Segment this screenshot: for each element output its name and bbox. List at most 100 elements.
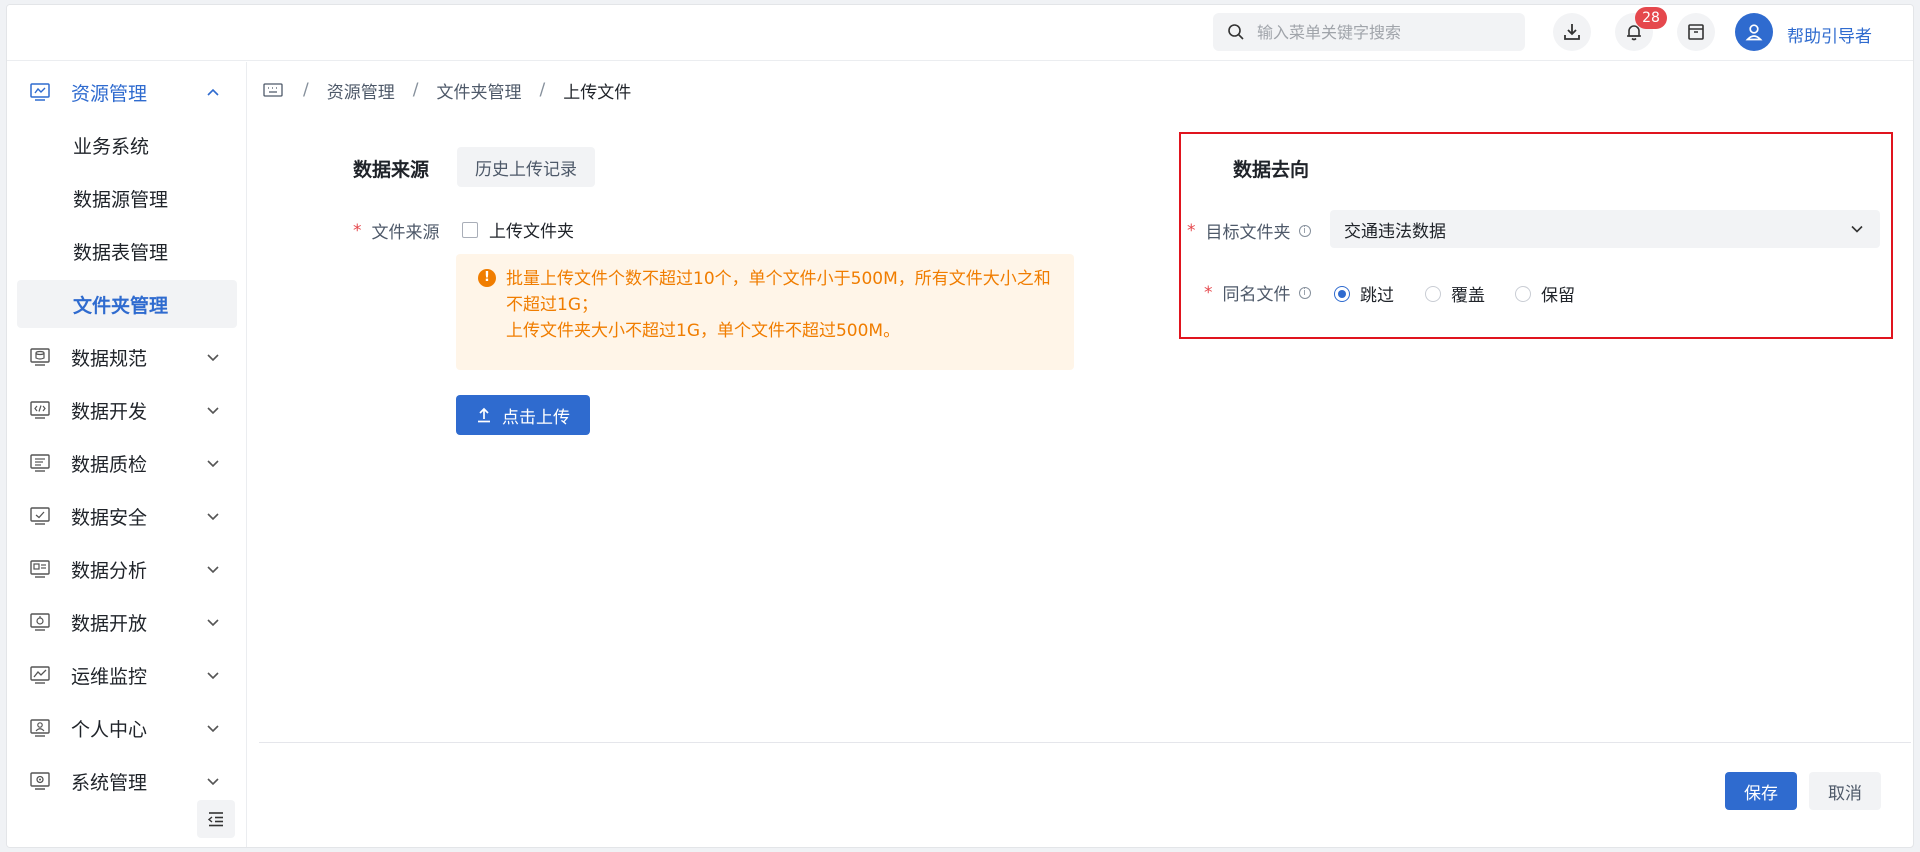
chevron-up-icon (205, 84, 221, 100)
download-icon (1562, 22, 1582, 42)
top-header: 28 帮助引导者 (7, 5, 1913, 61)
sidebar-subitem-label: 数据源管理 (73, 188, 169, 211)
sidebar-item-label: 数据规范 (71, 347, 148, 370)
code-icon (29, 399, 51, 421)
menu-search[interactable] (1213, 13, 1525, 51)
breadcrumb-separator: / (303, 80, 309, 100)
sidebar-item-label: 数据质检 (71, 453, 148, 476)
radio-keep[interactable]: 保留 (1515, 281, 1575, 306)
chevron-down-icon (205, 455, 221, 471)
file-source-label-text: 文件来源 (371, 223, 440, 243)
sidebar-item-data-analysis[interactable]: 数据分析 (7, 546, 247, 592)
sidebar-subitem-folder-management[interactable]: 文件夹管理 (17, 280, 237, 328)
monitor-icon (29, 81, 51, 103)
cancel-button[interactable]: 取消 (1809, 772, 1881, 810)
alert-line: 不超过1G； (506, 295, 598, 315)
sidebar-subitem-label: 数据表管理 (73, 241, 169, 264)
sidebar-item-label: 系统管理 (71, 771, 148, 794)
sidebar-item-label: 运维监控 (71, 665, 148, 688)
sidebar-item-label: 数据安全 (71, 506, 148, 529)
chevron-down-icon (205, 614, 221, 630)
info-icon[interactable]: i (1298, 286, 1311, 299)
sidebar-subitem-label: 业务系统 (73, 135, 150, 158)
upload-button[interactable]: 点击上传 (456, 395, 590, 435)
sidebar-item-label: 个人中心 (71, 718, 148, 741)
archive-button[interactable] (1677, 13, 1715, 51)
sidebar-item-data-quality[interactable]: 数据质检 (7, 440, 247, 486)
sidebar-subitem-label: 文件夹管理 (73, 294, 169, 317)
target-folder-label-text: 目标文件夹 (1205, 223, 1291, 243)
breadcrumb-item-resource[interactable]: 资源管理 (327, 78, 395, 103)
upload-limit-alert: ! 批量上传文件个数不超过10个，单个文件小于500M，所有文件大小之和 不超过… (456, 254, 1074, 370)
required-mark: * (1187, 220, 1196, 241)
sidebar-subitem-business-system[interactable]: 业务系统 (17, 121, 237, 169)
sidebar-item-label: 数据分析 (71, 559, 148, 582)
sidebar-subitem-datatable[interactable]: 数据表管理 (17, 227, 237, 275)
notification-button[interactable]: 28 (1615, 7, 1667, 51)
sidebar-item-system-management[interactable]: 系统管理 (7, 758, 247, 804)
sidebar-item-personal-center[interactable]: 个人中心 (7, 705, 247, 751)
upload-icon (476, 407, 492, 423)
archive-icon (1686, 22, 1706, 42)
download-button[interactable] (1553, 13, 1591, 51)
file-source-label: * 文件来源 (353, 218, 440, 244)
required-mark: * (353, 220, 362, 241)
history-upload-button[interactable]: 历史上传记录 (457, 147, 595, 187)
sidebar: 资源管理 业务系统 数据源管理 数据表管理 文件夹管理 数据规范 数据开发 数据… (7, 62, 247, 847)
chevron-down-icon (205, 402, 221, 418)
settings-icon (29, 770, 51, 792)
avatar[interactable] (1735, 13, 1773, 51)
destination-section-title: 数据去向 (1233, 159, 1310, 181)
user-card-icon (29, 717, 51, 739)
breadcrumb-item-folder[interactable]: 文件夹管理 (436, 78, 521, 103)
indent-icon (207, 810, 225, 828)
chevron-down-icon (205, 349, 221, 365)
radio-label: 覆盖 (1451, 286, 1485, 306)
search-icon (1227, 23, 1245, 41)
alert-line: 批量上传文件个数不超过10个，单个文件小于500M，所有文件大小之和 (506, 269, 1051, 289)
sidebar-item-data-open[interactable]: 数据开放 (7, 599, 247, 645)
share-icon (29, 611, 51, 633)
search-input[interactable] (1257, 22, 1507, 42)
analysis-icon (29, 558, 51, 580)
radio-overwrite[interactable]: 覆盖 (1425, 281, 1485, 306)
app-window: 28 帮助引导者 资源管理 业务系统 数据 (6, 4, 1914, 848)
alert-line: 上传文件夹大小不超过1G，单个文件不超过500M。 (506, 321, 901, 341)
shield-check-icon (29, 505, 51, 527)
database-icon (29, 346, 51, 368)
breadcrumb: / 资源管理 / 文件夹管理 / 上传文件 (263, 77, 631, 103)
chevron-down-icon (205, 508, 221, 524)
collapse-sidebar-button[interactable] (197, 800, 235, 838)
target-folder-select[interactable]: 交通违法数据 (1330, 210, 1880, 248)
sidebar-item-label: 资源管理 (71, 82, 148, 105)
save-button[interactable]: 保存 (1725, 772, 1797, 810)
sidebar-subitem-datasource[interactable]: 数据源管理 (17, 174, 237, 222)
target-folder-value: 交通违法数据 (1344, 221, 1446, 242)
source-section-title: 数据来源 (353, 159, 430, 181)
form-footer (259, 742, 1911, 840)
user-icon (1744, 22, 1764, 42)
notification-badge: 28 (1635, 7, 1667, 29)
radio-label: 保留 (1541, 286, 1575, 306)
sidebar-item-resource-management[interactable]: 资源管理 (7, 69, 247, 115)
radio-skip[interactable]: 跳过 (1334, 281, 1394, 306)
sidebar-item-label: 数据开放 (71, 612, 148, 635)
breadcrumb-separator: / (412, 80, 419, 100)
checklist-icon (29, 452, 51, 474)
username[interactable]: 帮助引导者 (1787, 22, 1872, 47)
target-folder-label: * 目标文件夹 i (1187, 218, 1311, 243)
same-name-label-text: 同名文件 (1222, 285, 1291, 305)
breadcrumb-item-current: 上传文件 (563, 82, 632, 103)
radio-label: 跳过 (1360, 286, 1394, 306)
sidebar-item-data-dev[interactable]: 数据开发 (7, 387, 247, 433)
sidebar-item-ops-monitor[interactable]: 运维监控 (7, 652, 247, 698)
sidebar-item-data-spec[interactable]: 数据规范 (7, 334, 247, 380)
same-name-label: * 同名文件 i (1204, 280, 1311, 305)
radio-circle (1334, 285, 1350, 302)
upload-folder-checkbox[interactable] (462, 222, 478, 238)
upload-folder-label[interactable]: 上传文件夹 (489, 217, 574, 242)
info-icon[interactable]: i (1298, 224, 1311, 237)
sidebar-item-data-security[interactable]: 数据安全 (7, 493, 247, 539)
radio-circle (1515, 285, 1531, 302)
keyboard-icon (263, 82, 283, 98)
